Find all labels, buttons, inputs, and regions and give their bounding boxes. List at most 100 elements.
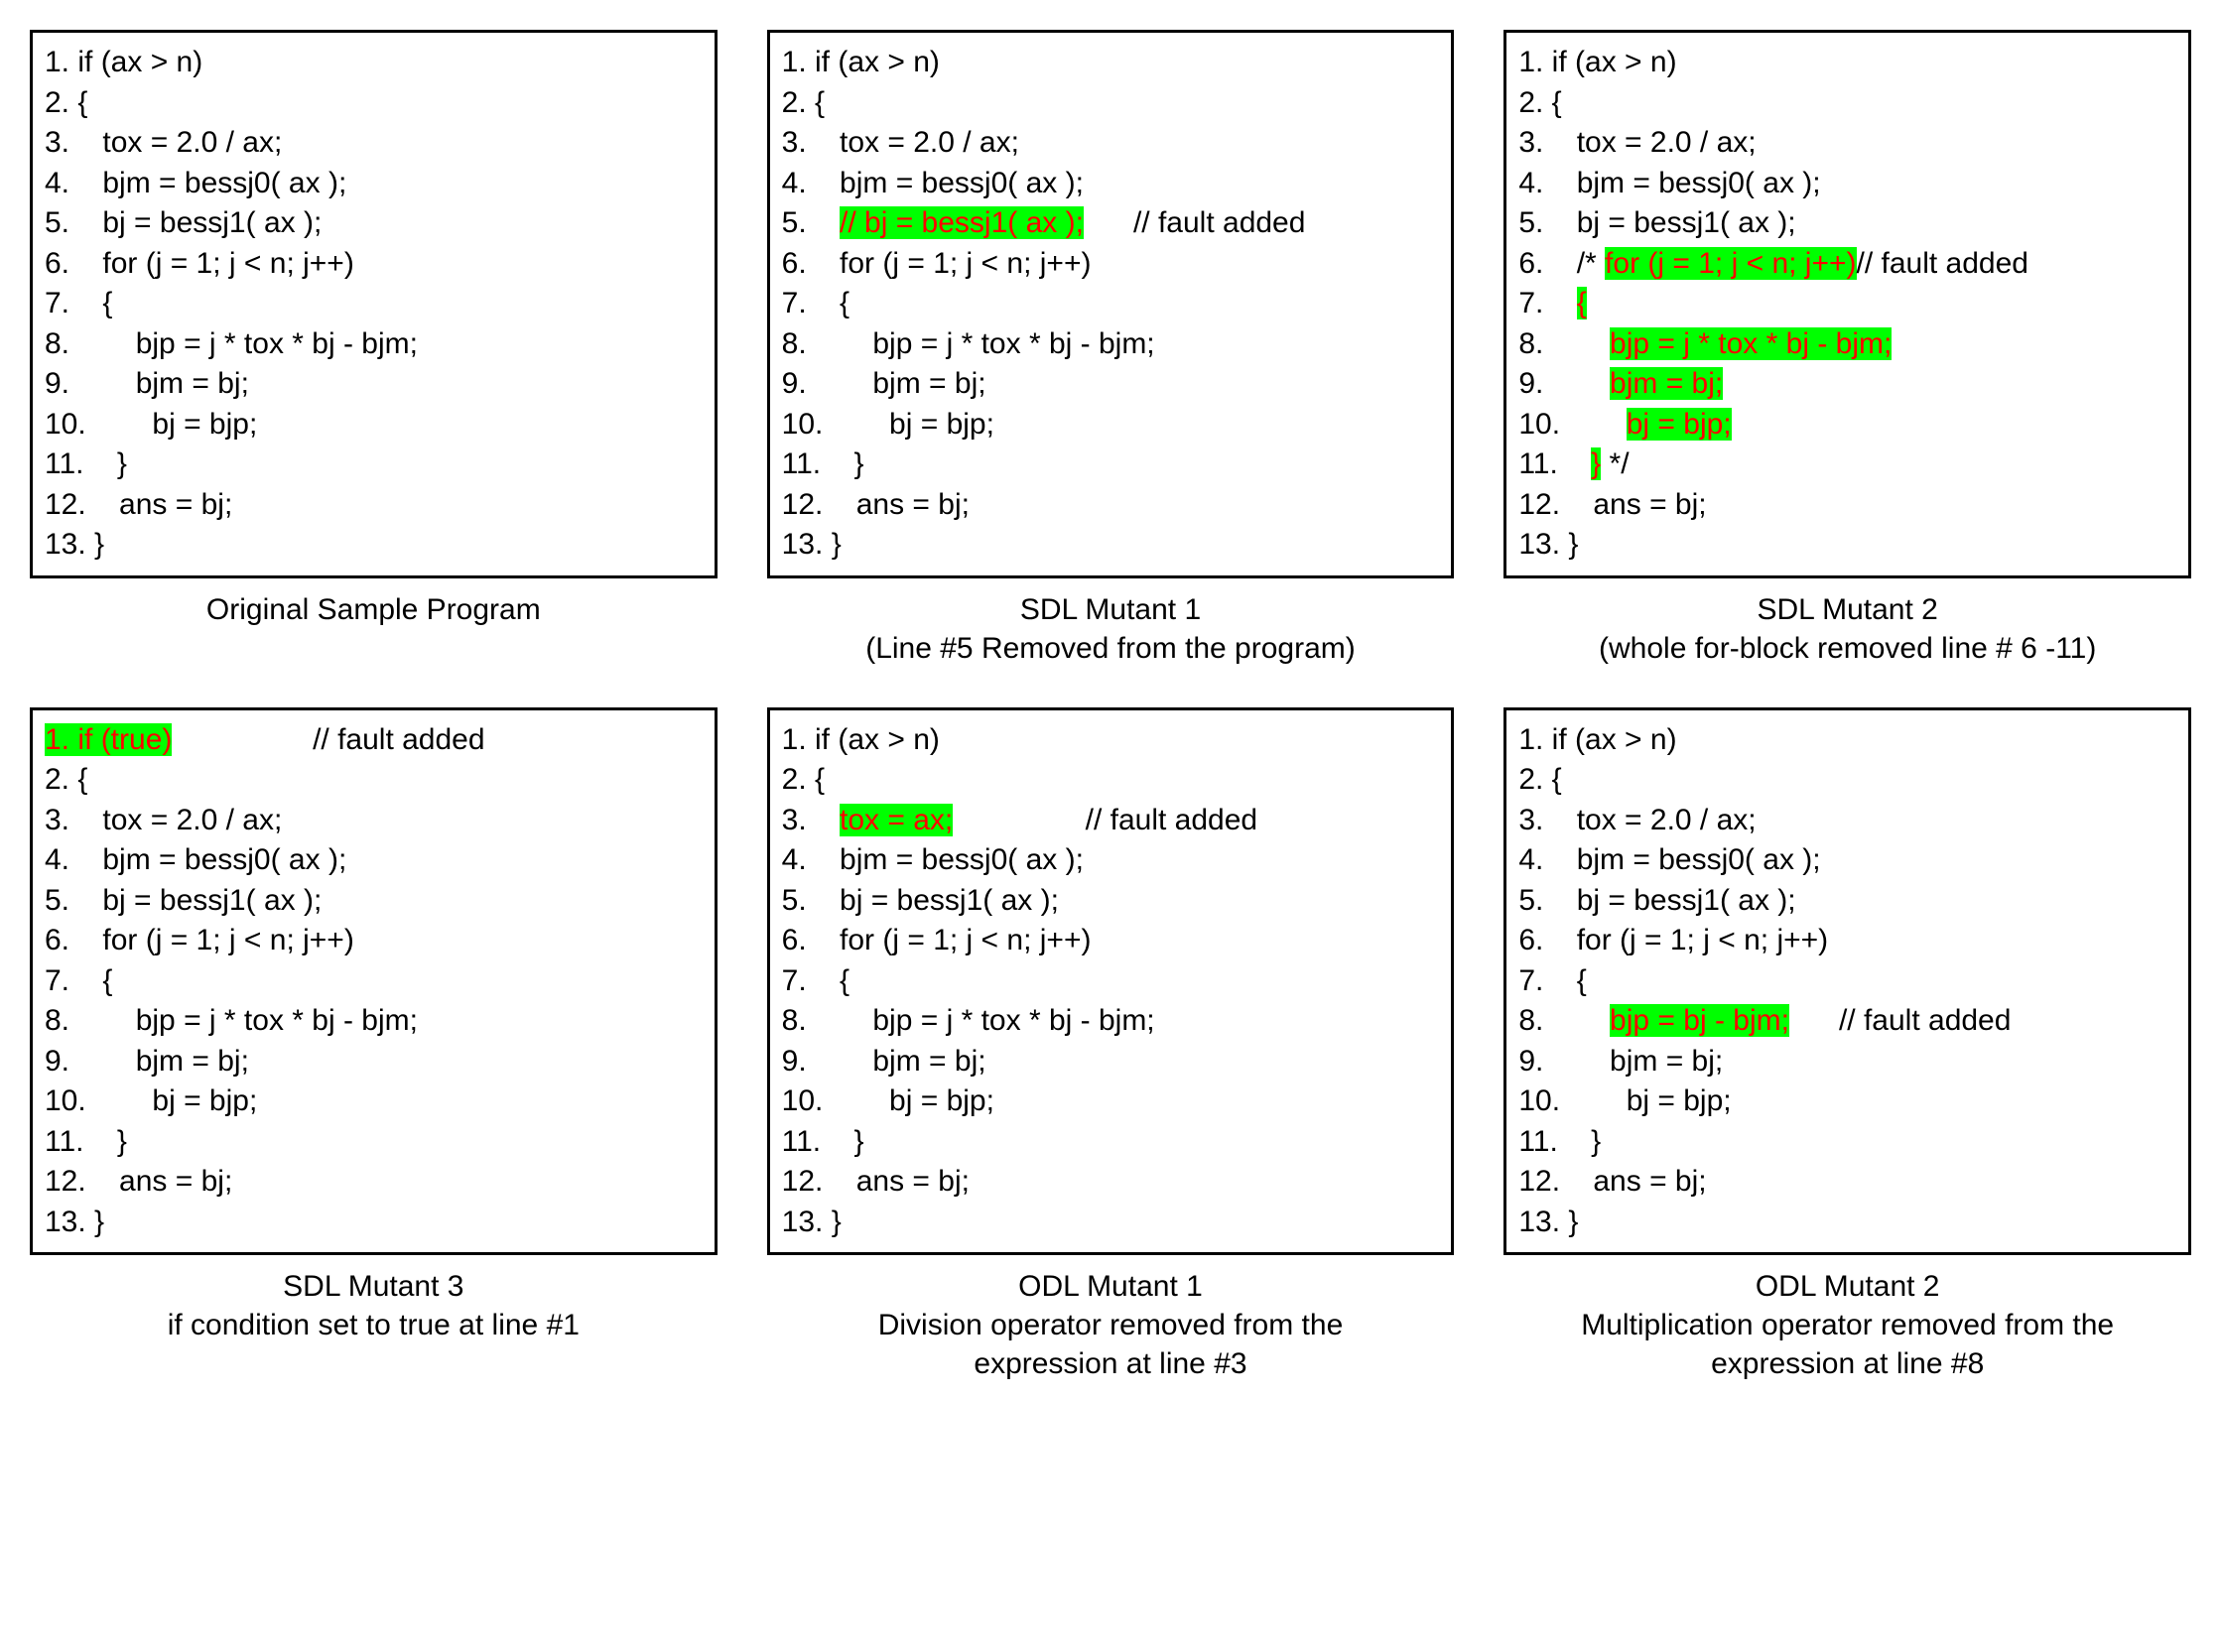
code-segment: 9. bjm = bj; xyxy=(1518,1045,1723,1078)
code-segment: 7. { xyxy=(45,287,112,319)
code-line: 7. { xyxy=(1518,961,2176,1002)
code-segment: 8. bjp = j * tox * bj - bjm; xyxy=(45,1004,418,1037)
code-line: 11. } xyxy=(782,1122,1440,1163)
code-segment: 6. /* xyxy=(1518,247,1605,280)
code-line: 10. bj = bjp; xyxy=(45,405,703,445)
code-line: 5. // bj = bessj1( ax ); // fault added xyxy=(782,203,1440,244)
code-segment: 10. xyxy=(1518,408,1626,441)
code-segment: 9. bjm = bj; xyxy=(782,1045,986,1078)
code-segment: 11. } xyxy=(45,1125,127,1158)
code-segment: 11. } xyxy=(1518,1125,1601,1158)
code-line: 4. bjm = bessj0( ax ); xyxy=(45,164,703,204)
code-segment: */ xyxy=(1601,447,1629,480)
code-line: 9. bjm = bj; xyxy=(782,1042,1440,1082)
code-line: 8. bjp = bj - bjm; // fault added xyxy=(1518,1001,2176,1042)
code-line: 1. if (ax > n) xyxy=(45,43,703,83)
code-segment: 12. ans = bj; xyxy=(782,1165,970,1198)
code-segment: 5. bj = bessj1( ax ); xyxy=(782,884,1059,917)
code-line: 8. bjp = j * tox * bj - bjm; xyxy=(782,324,1440,365)
code-line: 11. } xyxy=(45,1122,703,1163)
code-segment: 13. } xyxy=(782,528,842,561)
code-segment: 5. bj = bessj1( ax ); xyxy=(1518,884,1795,917)
code-line: 2. { xyxy=(45,760,703,801)
code-segment: 13. } xyxy=(1518,1206,1578,1238)
code-line: 5. bj = bessj1( ax ); xyxy=(45,203,703,244)
code-line: 5. bj = bessj1( ax ); xyxy=(1518,203,2176,244)
code-line: 6. for (j = 1; j < n; j++) xyxy=(45,244,703,285)
code-segment: 1. if (ax > n) xyxy=(1518,46,1676,78)
code-segment: 12. ans = bj; xyxy=(45,1165,232,1198)
code-panel: 1. if (ax > n)2. {3. tox = 2.0 / ax;4. b… xyxy=(767,30,1455,668)
mutated-code-segment: tox = ax; xyxy=(840,804,953,836)
code-segment: 13. } xyxy=(45,1206,104,1238)
code-segment: 2. { xyxy=(782,763,825,796)
code-segment: 9. xyxy=(1518,367,1610,400)
code-segment: 12. ans = bj; xyxy=(1518,488,1706,521)
code-line: 2. { xyxy=(782,760,1440,801)
code-box: 1. if (ax > n)2. {3. tox = 2.0 / ax;4. b… xyxy=(30,30,718,578)
code-segment: 2. { xyxy=(45,86,87,119)
code-segment: 3. tox = 2.0 / ax; xyxy=(45,804,282,836)
code-line: 5. bj = bessj1( ax ); xyxy=(45,881,703,922)
code-segment: 8. bjp = j * tox * bj - bjm; xyxy=(782,327,1155,360)
code-panel: 1. if (ax > n)2. {3. tox = 2.0 / ax;4. b… xyxy=(1503,30,2191,668)
code-segment: 5. bj = bessj1( ax ); xyxy=(45,206,322,239)
code-line: 7. { xyxy=(45,284,703,324)
code-segment: 1. if (ax > n) xyxy=(1518,723,1676,756)
code-segment: 6. for (j = 1; j < n; j++) xyxy=(45,924,354,956)
code-segment: 8. bjp = j * tox * bj - bjm; xyxy=(45,327,418,360)
code-segment: 6. for (j = 1; j < n; j++) xyxy=(782,924,1092,956)
code-segment: // fault added xyxy=(1789,1004,2011,1037)
mutated-code-segment: bjm = bj; xyxy=(1610,367,1723,400)
code-line: 2. { xyxy=(1518,760,2176,801)
code-line: 4. bjm = bessj0( ax ); xyxy=(1518,164,2176,204)
code-segment: 1. if (ax > n) xyxy=(782,723,940,756)
code-line: 9. bjm = bj; xyxy=(1518,364,2176,405)
code-line: 5. bj = bessj1( ax ); xyxy=(1518,881,2176,922)
code-segment: 4. bjm = bessj0( ax ); xyxy=(1518,167,1820,199)
mutated-code-segment: 1. if (true) xyxy=(45,723,172,756)
code-segment: 9. bjm = bj; xyxy=(45,1045,249,1078)
code-line: 4. bjm = bessj0( ax ); xyxy=(1518,840,2176,881)
code-line: 6. /* for (j = 1; j < n; j++)// fault ad… xyxy=(1518,244,2176,285)
code-segment: // fault added xyxy=(953,804,1257,836)
code-segment: 6. for (j = 1; j < n; j++) xyxy=(45,247,354,280)
code-line: 12. ans = bj; xyxy=(782,485,1440,526)
code-line: 13. } xyxy=(1518,525,2176,566)
code-line: 1. if (ax > n) xyxy=(1518,43,2176,83)
code-segment: 13. } xyxy=(45,528,104,561)
code-line: 11. } xyxy=(782,445,1440,485)
mutated-code-segment: } xyxy=(1591,447,1601,480)
code-line: 12. ans = bj; xyxy=(45,1162,703,1203)
code-box: 1. if (true) // fault added 2. {3. tox = … xyxy=(30,707,718,1256)
mutated-code-segment: for (j = 1; j < n; j++) xyxy=(1605,247,1856,280)
code-line: 4. bjm = bessj0( ax ); xyxy=(782,840,1440,881)
code-segment: 7. { xyxy=(782,287,849,319)
code-segment: 12. ans = bj; xyxy=(782,488,970,521)
code-segment: 4. bjm = bessj0( ax ); xyxy=(782,843,1084,876)
code-line: 5. bj = bessj1( ax ); xyxy=(782,881,1440,922)
code-line: 10. bj = bjp; xyxy=(1518,1081,2176,1122)
code-segment: 3. xyxy=(782,804,840,836)
code-segment: 7. xyxy=(1518,287,1576,319)
code-segment: 1. if (ax > n) xyxy=(45,46,202,78)
code-line: 3. tox = 2.0 / ax; xyxy=(45,801,703,841)
code-segment: 8. bjp = j * tox * bj - bjm; xyxy=(782,1004,1155,1037)
code-segment: 7. { xyxy=(45,964,112,997)
code-segment: 10. bj = bjp; xyxy=(45,1084,257,1117)
code-line: 10. bj = bjp; xyxy=(782,1081,1440,1122)
code-line: 8. bjp = j * tox * bj - bjm; xyxy=(45,324,703,365)
code-segment: 5. bj = bessj1( ax ); xyxy=(45,884,322,917)
code-line: 9. bjm = bj; xyxy=(45,364,703,405)
code-segment: 5. bj = bessj1( ax ); xyxy=(1518,206,1795,239)
code-line: 13. } xyxy=(782,1203,1440,1243)
code-line: 4. bjm = bessj0( ax ); xyxy=(782,164,1440,204)
code-line: 3. tox = 2.0 / ax; xyxy=(1518,123,2176,164)
code-segment: 10. bj = bjp; xyxy=(782,1084,994,1117)
code-line: 10. bj = bjp; xyxy=(45,1081,703,1122)
code-line: 6. for (j = 1; j < n; j++) xyxy=(782,921,1440,961)
code-line: 3. tox = 2.0 / ax; xyxy=(1518,801,2176,841)
code-line: 11. } xyxy=(45,445,703,485)
code-segment: // fault added xyxy=(172,723,484,756)
code-line: 8. bjp = j * tox * bj - bjm; xyxy=(1518,324,2176,365)
